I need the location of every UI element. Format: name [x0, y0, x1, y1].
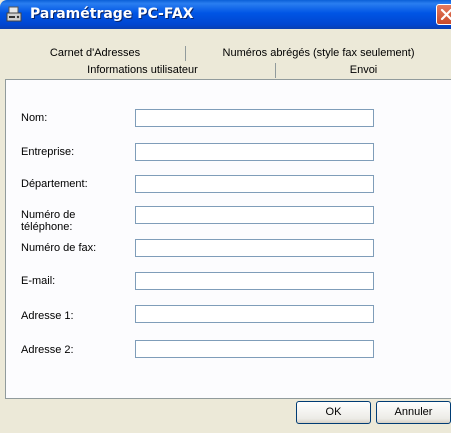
label-telephone-line1: Numéro de: [21, 209, 76, 221]
nom-field[interactable]: [135, 109, 374, 127]
adresse1-field[interactable]: [135, 305, 374, 323]
window-title: Paramétrage PC-FAX: [30, 6, 194, 22]
dialog-window: Paramétrage PC-FAX Carnet d'Adresses Num…: [0, 0, 451, 433]
entreprise-field[interactable]: [135, 143, 374, 161]
label-adresse2: Adresse 2:: [21, 344, 74, 356]
label-telephone-line2: téléphone:: [21, 221, 73, 233]
tab-label: Informations utilisateur: [87, 64, 198, 76]
label-departement: Département:: [21, 178, 88, 190]
label-fax: Numéro de fax:: [21, 242, 97, 254]
close-button[interactable]: [436, 4, 451, 25]
tab-numeros-abreges[interactable]: Numéros abrégés (style fax seulement): [186, 45, 451, 62]
tab-label: Carnet d'Adresses: [49, 47, 141, 59]
cancel-button[interactable]: Annuler: [376, 401, 451, 424]
departement-field[interactable]: [135, 175, 374, 193]
email-field[interactable]: [135, 272, 374, 290]
ok-button[interactable]: OK: [296, 401, 371, 424]
tab-informations-utilisateur[interactable]: Informations utilisateur: [5, 62, 280, 79]
tab-label: Numéros abrégés (style fax seulement): [222, 47, 415, 59]
close-icon: [440, 8, 451, 21]
title-bar[interactable]: Paramétrage PC-FAX: [0, 0, 451, 29]
fax-app-icon: [6, 6, 22, 22]
fax-field[interactable]: [135, 239, 374, 257]
tab-label: Envoi: [349, 64, 378, 76]
tab-row-front: Informations utilisateur Envoi: [5, 62, 451, 79]
tab-carnet-adresses[interactable]: Carnet d'Adresses: [5, 45, 185, 62]
label-nom: Nom:: [21, 112, 48, 124]
telephone-field[interactable]: [135, 206, 374, 224]
label-telephone: Numéro de téléphone:: [21, 209, 75, 233]
adresse2-field[interactable]: [135, 340, 374, 358]
tab-envoi[interactable]: Envoi: [276, 62, 451, 79]
label-nom-row: Nom:: [21, 112, 47, 124]
label-email: E-mail:: [21, 275, 56, 287]
label-entreprise: Entreprise:: [21, 146, 75, 158]
label-adresse1: Adresse 1:: [21, 310, 74, 322]
tab-row-back: Carnet d'Adresses Numéros abrégés (style…: [5, 45, 451, 62]
